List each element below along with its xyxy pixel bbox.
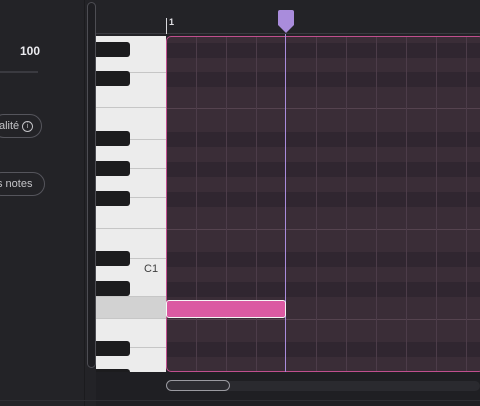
horizontal-scroll-thumb[interactable] (166, 380, 230, 391)
vertical-scrollbar[interactable] (87, 2, 96, 368)
info-icon[interactable]: i (22, 120, 34, 132)
black-key[interactable] (96, 191, 130, 206)
black-key-lane (167, 282, 480, 297)
beat-line (256, 37, 257, 371)
beat-line (226, 37, 227, 371)
black-key[interactable] (96, 71, 130, 86)
panel-divider (84, 0, 85, 406)
piano-keyboard[interactable] (96, 36, 166, 372)
black-key[interactable] (96, 251, 130, 266)
midi-note-c1[interactable] (166, 300, 286, 318)
black-key-lane (167, 252, 480, 267)
white-key-separator (96, 107, 166, 108)
notes-button[interactable]: s notes (0, 172, 46, 196)
white-key-separator (96, 318, 166, 319)
key-c1-highlight[interactable] (96, 296, 166, 318)
octave-line (167, 319, 480, 320)
black-key[interactable] (96, 42, 130, 57)
octave-line (167, 108, 480, 109)
black-key-lane (167, 132, 480, 147)
playhead-line (285, 34, 286, 372)
value-readout[interactable]: 100 (18, 44, 40, 58)
beat-line (196, 37, 197, 371)
beat-line (316, 37, 317, 371)
bar-tick (166, 18, 167, 34)
beat-line (406, 37, 407, 371)
notes-label: s notes (0, 178, 33, 190)
playhead-marker-icon[interactable] (277, 10, 295, 34)
beat-line (466, 37, 467, 371)
left-panel: 100 alité i s notes (0, 0, 84, 406)
black-key[interactable] (96, 341, 130, 356)
quality-label: alité (0, 120, 20, 132)
beat-line (376, 37, 377, 371)
white-key-separator (96, 228, 166, 229)
black-key-lane (167, 192, 480, 207)
beat-line (436, 37, 437, 371)
quality-button[interactable]: alité i (0, 114, 43, 138)
note-grid[interactable] (166, 36, 480, 372)
black-key-lane (167, 43, 480, 58)
white-key-separator (96, 296, 166, 297)
beat-line (346, 37, 347, 371)
c1-label: C1 (144, 263, 159, 275)
black-key[interactable] (96, 161, 130, 176)
bar-number: 1 (169, 17, 175, 27)
black-key-lane (167, 162, 480, 177)
octave-line (167, 229, 480, 230)
black-key[interactable] (96, 131, 130, 146)
black-key-lane (167, 72, 480, 87)
black-key-lane (167, 342, 480, 357)
value-underline (0, 71, 38, 73)
black-key[interactable] (96, 281, 130, 296)
bottom-divider (0, 400, 480, 401)
